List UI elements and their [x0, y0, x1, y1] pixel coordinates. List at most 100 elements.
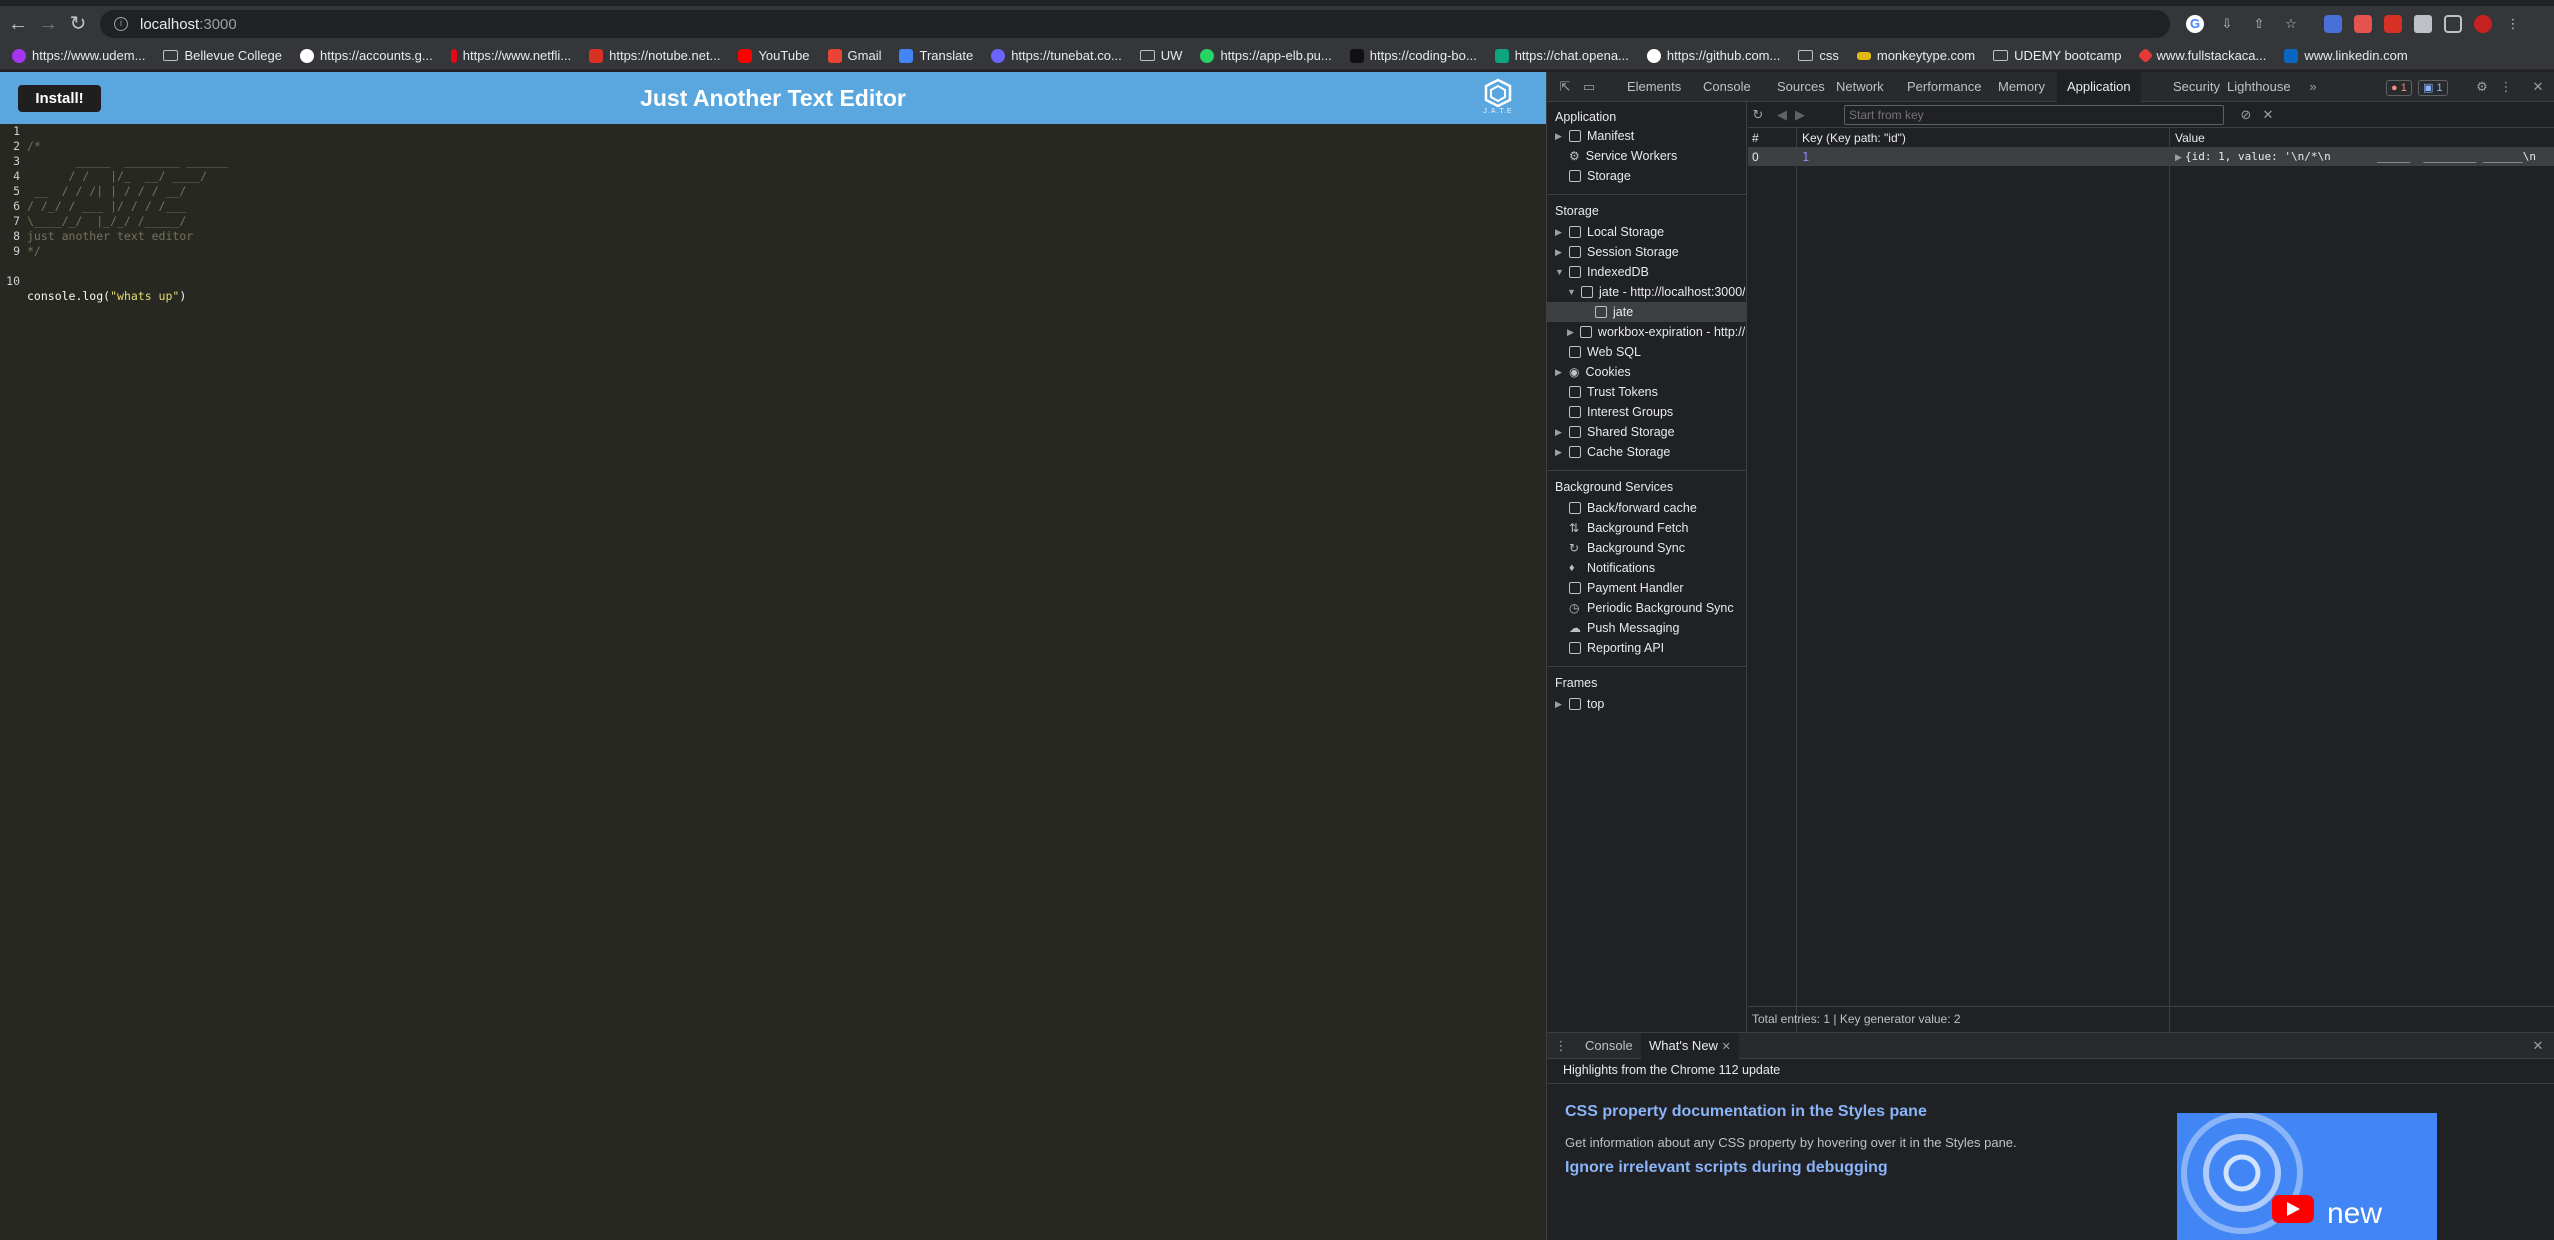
- drawer-tab-console[interactable]: Console: [1585, 1033, 1633, 1059]
- sidebar-item-service-workers[interactable]: ⚙ Service Workers: [1569, 146, 1745, 166]
- expand-arrow-icon[interactable]: ▶: [1555, 422, 1563, 442]
- expand-arrow-icon[interactable]: ▶: [1555, 126, 1563, 146]
- sidebar-item-reporting-api[interactable]: Reporting API: [1569, 638, 1745, 658]
- devtools-menu-icon[interactable]: ⋮: [2498, 79, 2514, 95]
- issue-count-badge[interactable]: ▣ 1: [2418, 80, 2448, 96]
- reload-icon[interactable]: ↻: [66, 12, 90, 36]
- sidebar-item-shared-storage[interactable]: ▶ Shared Storage: [1555, 422, 1745, 442]
- sidebar-item-storage-overview[interactable]: Storage: [1569, 166, 1745, 186]
- tab-network[interactable]: Network: [1836, 72, 1884, 102]
- collapse-arrow-icon[interactable]: ▼: [1555, 262, 1564, 282]
- tab-console[interactable]: Console: [1703, 72, 1751, 102]
- sidebar-item-back-forward-cache[interactable]: Back/forward cache: [1569, 498, 1745, 518]
- bookmark-bellevue-college[interactable]: Bellevue College: [157, 44, 288, 68]
- settings-gear-icon[interactable]: ⚙: [2474, 79, 2490, 95]
- tab-memory[interactable]: Memory: [1998, 72, 2045, 102]
- column-index-header[interactable]: #: [1752, 128, 1759, 148]
- device-toolbar-icon[interactable]: ▭: [1581, 79, 1597, 95]
- delete-selected-icon[interactable]: ✕: [2260, 107, 2276, 123]
- code-editor[interactable]: 1 2 /* 3 _____ ________ ______ 4 / / |/_ __/…: [0, 124, 1546, 1240]
- sidebar-item-trust-tokens[interactable]: Trust Tokens: [1569, 382, 1745, 402]
- column-key-header[interactable]: Key (Key path: "id"): [1802, 128, 1906, 148]
- tab-lighthouse[interactable]: Lighthouse: [2227, 72, 2291, 102]
- clear-store-icon[interactable]: ⊘: [2238, 107, 2254, 123]
- extension-red-icon[interactable]: [2354, 15, 2372, 33]
- bookmark-accounts-google[interactable]: https://accounts.g...: [294, 44, 439, 68]
- drawer-menu-icon[interactable]: ⋮: [1553, 1038, 1569, 1054]
- previous-page-icon[interactable]: ◀: [1774, 107, 1790, 123]
- sidebar-item-indexeddb[interactable]: ▼ IndexedDB: [1555, 262, 1745, 282]
- sidebar-item-jate-store[interactable]: jate: [1547, 302, 1747, 322]
- bookmark-fullstackacademy[interactable]: www.fullstackaca...: [2134, 44, 2273, 68]
- collapse-arrow-icon[interactable]: ▼: [1567, 282, 1576, 302]
- extension-notube-icon[interactable]: [2384, 15, 2402, 33]
- sidebar-item-workbox-expiration[interactable]: ▶workbox-expiration - http://localhost:3…: [1567, 322, 1745, 342]
- menu-kebab-icon[interactable]: ⋮: [2504, 15, 2522, 33]
- install-button[interactable]: Install!: [18, 85, 101, 112]
- bookmark-netflix[interactable]: https://www.netfli...: [445, 44, 577, 68]
- refresh-icon[interactable]: ↻: [1750, 107, 1766, 123]
- expand-arrow-icon[interactable]: ▶: [1555, 442, 1563, 462]
- extensions-puzzle-icon[interactable]: [2414, 15, 2432, 33]
- whats-new-item-title[interactable]: CSS property documentation in the Styles…: [1565, 1103, 1927, 1121]
- sidebar-item-push-messaging[interactable]: ☁ Push Messaging: [1569, 618, 1745, 638]
- more-tabs-icon[interactable]: »: [2305, 79, 2321, 95]
- expand-arrow-icon[interactable]: ▶: [1555, 242, 1563, 262]
- sidebar-item-interest-groups[interactable]: Interest Groups: [1569, 402, 1745, 422]
- sidebar-item-cookies[interactable]: ▶ ◉ Cookies: [1555, 362, 1745, 382]
- bookmark-gmail[interactable]: Gmail: [822, 44, 888, 68]
- translate-extension-icon[interactable]: [2324, 15, 2342, 33]
- close-tab-icon[interactable]: ✕: [1722, 1041, 1731, 1053]
- tab-security[interactable]: Security: [2173, 72, 2220, 102]
- forward-icon[interactable]: →: [36, 12, 60, 36]
- table-row[interactable]: 0 1 ▶ {id: 1, value: '\n/*\n _____ _____…: [1748, 148, 2554, 166]
- back-icon[interactable]: ←: [6, 12, 30, 36]
- google-lens-icon[interactable]: G: [2186, 15, 2204, 33]
- bookmark-app-elb[interactable]: https://app-elb.pu...: [1194, 44, 1337, 68]
- install-app-icon[interactable]: ⇩: [2218, 15, 2236, 33]
- sidebar-item-frame-top[interactable]: ▶ top: [1555, 694, 1745, 714]
- sidebar-item-web-sql[interactable]: Web SQL: [1569, 342, 1745, 362]
- drawer-tab-whats-new[interactable]: What's New ✕: [1641, 1033, 1739, 1059]
- expand-arrow-icon[interactable]: ▶: [1567, 322, 1574, 342]
- next-page-icon[interactable]: ▶: [1792, 107, 1808, 123]
- tab-performance[interactable]: Performance: [1907, 72, 1981, 102]
- sidebar-item-session-storage[interactable]: ▶ Session Storage: [1555, 242, 1745, 262]
- expand-arrow-icon[interactable]: ▶: [1555, 694, 1563, 714]
- expand-arrow-icon[interactable]: ▶: [1555, 362, 1563, 382]
- expand-arrow-icon[interactable]: ▶: [1555, 222, 1563, 242]
- sidebar-item-manifest[interactable]: ▶ Manifest: [1555, 126, 1745, 146]
- error-count-badge[interactable]: ● 1: [2386, 80, 2412, 96]
- side-panel-icon[interactable]: [2444, 15, 2462, 33]
- bookmark-chat-openai[interactable]: https://chat.opena...: [1489, 44, 1635, 68]
- whats-new-item-title[interactable]: Ignore irrelevant scripts during debuggi…: [1565, 1159, 1888, 1177]
- address-bar[interactable]: i localhost:3000: [100, 10, 2170, 38]
- sidebar-item-background-fetch[interactable]: ⇅ Background Fetch: [1569, 518, 1745, 538]
- sidebar-item-notifications[interactable]: ♦ Notifications: [1569, 558, 1745, 578]
- start-from-key-input[interactable]: [1844, 105, 2224, 125]
- sidebar-item-background-sync[interactable]: ↻ Background Sync: [1569, 538, 1745, 558]
- tab-elements[interactable]: Elements: [1627, 72, 1681, 102]
- share-icon[interactable]: ⇧: [2250, 15, 2268, 33]
- bookmark-tunebat[interactable]: https://tunebat.co...: [985, 44, 1128, 68]
- whats-new-video-thumbnail[interactable]: new: [2177, 1113, 2437, 1240]
- inspect-element-icon[interactable]: ⇱: [1557, 79, 1573, 95]
- bookmark-translate[interactable]: Translate: [893, 44, 979, 68]
- bookmark-linkedin[interactable]: www.linkedin.com: [2278, 44, 2413, 68]
- expand-value-icon[interactable]: ▶: [2175, 148, 2182, 166]
- tab-sources[interactable]: Sources: [1777, 72, 1825, 102]
- sidebar-item-cache-storage[interactable]: ▶ Cache Storage: [1555, 442, 1745, 462]
- close-drawer-icon[interactable]: ✕: [2530, 1038, 2546, 1054]
- bookmark-udemy-bootcamp[interactable]: UDEMY bootcamp: [1987, 44, 2127, 68]
- bookmark-youtube[interactable]: YouTube: [732, 44, 815, 68]
- close-devtools-icon[interactable]: ✕: [2530, 79, 2546, 95]
- site-info-icon[interactable]: i: [114, 17, 128, 31]
- bookmark-udemy[interactable]: https://www.udem...: [6, 44, 151, 68]
- sidebar-item-jate-db[interactable]: ▼ jate - http://localhost:3000/: [1567, 282, 1745, 302]
- bookmark-monkeytype[interactable]: monkeytype.com: [1851, 44, 1981, 68]
- sidebar-item-local-storage[interactable]: ▶ Local Storage: [1555, 222, 1745, 242]
- bookmark-uw[interactable]: UW: [1134, 44, 1189, 68]
- sidebar-item-payment-handler[interactable]: Payment Handler: [1569, 578, 1745, 598]
- bookmark-github[interactable]: https://github.com...: [1641, 44, 1786, 68]
- bookmark-notube[interactable]: https://notube.net...: [583, 44, 726, 68]
